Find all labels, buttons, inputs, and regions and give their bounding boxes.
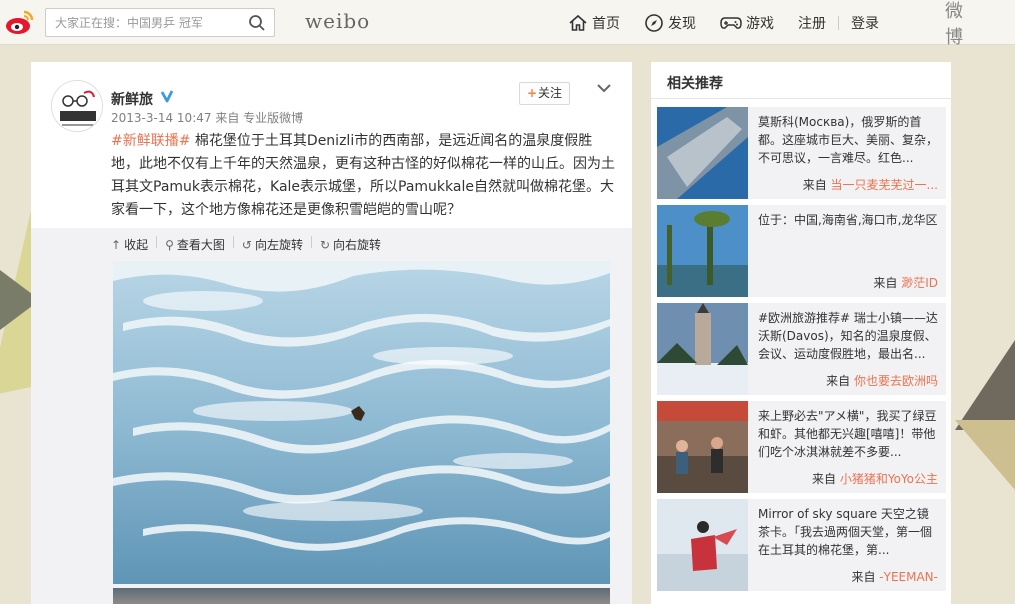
rec-source: 来自 你也要去欧洲吗 bbox=[826, 372, 938, 389]
home-icon bbox=[569, 14, 587, 31]
panel-title: 相关推荐 bbox=[667, 76, 723, 92]
rec-thumbnail[interactable] bbox=[657, 205, 748, 297]
nav-games-label: 游戏 bbox=[746, 15, 774, 32]
snowy-town-photo bbox=[657, 303, 748, 395]
post-photo[interactable] bbox=[113, 261, 610, 584]
rotate-left-label: 向左旋转 bbox=[254, 238, 303, 252]
panel-divider bbox=[651, 98, 951, 99]
rec-thumbnail[interactable] bbox=[657, 303, 748, 395]
search-box bbox=[45, 8, 275, 37]
plus-icon: + bbox=[526, 86, 538, 100]
rec-source-link[interactable]: 渺茫ID bbox=[901, 276, 938, 290]
verified-badge-icon bbox=[160, 90, 174, 103]
arrow-up-icon: ↑ bbox=[111, 237, 122, 252]
nav-home-label: 首页 bbox=[592, 15, 620, 32]
rotate-right-icon: ↻ bbox=[319, 237, 331, 252]
rec-source-link[interactable]: -YEEMAN- bbox=[879, 570, 938, 584]
nav-discover-label: 发现 bbox=[668, 15, 696, 32]
toolbar-divider bbox=[310, 236, 312, 248]
weibo-logo-icon[interactable] bbox=[4, 6, 36, 38]
rec-description: 莫斯科(Москва)，俄罗斯的首都。这座城市巨大、美丽、复杂，不可思议，一言难… bbox=[758, 115, 939, 165]
rec-item[interactable]: 位于：中国,海南省,海口市,龙华区 来自 渺茫ID bbox=[657, 205, 946, 297]
follow-label: 关注 bbox=[538, 86, 563, 100]
search-input[interactable] bbox=[46, 9, 231, 36]
rec-thumbnail[interactable] bbox=[657, 401, 748, 493]
rec-source-link[interactable]: 你也要去欧洲吗 bbox=[854, 374, 938, 388]
follow-button[interactable]: +关注 bbox=[519, 82, 570, 105]
rec-description: #欧洲旅游推荐# 瑞士小镇——达沃斯(Davos)，知名的温泉度假、会议、运动度… bbox=[758, 311, 938, 361]
view-large-button[interactable]: ⚲ 查看大图 bbox=[165, 236, 225, 253]
rec-from-prefix: 来自 bbox=[873, 276, 898, 290]
rec-source: 来自 -YEEMAN- bbox=[851, 568, 938, 585]
chevron-down-icon[interactable] bbox=[596, 82, 612, 94]
sky-mirror-photo bbox=[657, 499, 748, 591]
rec-description: Mirror of sky square 天空之镜 茶卡。「我去過两個天堂，第一… bbox=[758, 507, 933, 557]
rec-item[interactable]: #欧洲旅游推荐# 瑞士小镇——达沃斯(Davos)，知名的温泉度假、会议、运动度… bbox=[657, 303, 946, 395]
rec-from-prefix: 来自 bbox=[851, 570, 876, 584]
collapse-button[interactable]: ↑ 收起 bbox=[111, 236, 148, 253]
rotate-left-button[interactable]: ↺ 向左旋转 bbox=[242, 236, 303, 253]
search-icon[interactable] bbox=[248, 14, 266, 32]
rec-from-prefix: 来自 bbox=[811, 472, 836, 486]
rec-source: 来自 小猪猪和YoYo公主 bbox=[812, 470, 938, 487]
rec-source-link[interactable]: 小猪猪和YoYo公主 bbox=[840, 472, 938, 486]
rec-from-prefix: 来自 bbox=[826, 374, 851, 388]
rec-description: 位于：中国,海南省,海口市,龙华区 bbox=[758, 213, 938, 227]
feed-card: 新鲜旅 2013-3-14 10:47 来自 专业版微博 +关注 #新鲜联播# … bbox=[31, 62, 632, 604]
post-meta: 2013-3-14 10:47 来自 专业版微博 bbox=[111, 111, 304, 125]
pamukkale-terraces-image bbox=[113, 261, 610, 584]
rec-item[interactable]: 来上野必去"アメ横"，我买了绿豆和虾。其他都无兴趣[嘻嘻]！带他们吃个冰淇淋就差… bbox=[657, 401, 946, 493]
weibo-cn-label[interactable]: 微博 bbox=[945, 0, 963, 49]
rec-item[interactable]: 莫斯科(Москва)，俄罗斯的首都。这座城市巨大、美丽、复杂，不可思议，一言难… bbox=[657, 107, 946, 199]
weibo-wordmark[interactable]: weibo bbox=[305, 9, 370, 33]
nav-discover[interactable]: 发现 bbox=[644, 13, 696, 33]
rec-thumbnail[interactable] bbox=[657, 499, 748, 591]
gamepad-icon bbox=[720, 16, 742, 29]
market-street-photo bbox=[657, 401, 748, 493]
toolbar-divider bbox=[156, 236, 158, 248]
register-link[interactable]: 注册 bbox=[798, 13, 826, 33]
toolbar-divider bbox=[232, 236, 234, 248]
recommendations-panel: 相关推荐 莫斯科(Москва)，俄罗斯的首都。这座城市巨大、美丽、复杂，不可思… bbox=[651, 62, 951, 604]
image-toolbar: ↑ 收起 ⚲ 查看大图 ↺ 向左旋转 ↻ 向右旋转 bbox=[111, 236, 381, 253]
rotate-right-label: 向右旋转 bbox=[333, 238, 382, 252]
compass-icon bbox=[645, 13, 663, 32]
avatar-logo-icon bbox=[52, 81, 102, 131]
rotate-right-button[interactable]: ↻ 向右旋转 bbox=[320, 236, 381, 253]
seaside-photo bbox=[657, 205, 748, 297]
nav-home[interactable]: 首页 bbox=[568, 13, 620, 33]
view-large-label: 查看大图 bbox=[176, 238, 225, 252]
top-navigation-bar: weibo 首页 发现 游戏 注册 登录 微博 bbox=[0, 0, 1015, 48]
main-nav: 首页 发现 游戏 注册 登录 微博 bbox=[568, 0, 963, 48]
building-photo bbox=[657, 107, 748, 199]
rec-source: 来自 渺茫ID bbox=[873, 274, 938, 291]
collapse-label: 收起 bbox=[124, 238, 149, 252]
rotate-left-icon: ↺ bbox=[241, 237, 252, 252]
nav-games[interactable]: 游戏 bbox=[720, 13, 774, 33]
nav-divider bbox=[838, 15, 839, 30]
login-link[interactable]: 登录 bbox=[851, 13, 879, 33]
rec-source: 来自 当一只麦芜芜过一... bbox=[803, 176, 938, 193]
post-text: #新鲜联播# 棉花堡位于土耳其Denizli市的西南部，是远近闻名的温泉度假胜地… bbox=[111, 130, 616, 222]
author-name[interactable]: 新鲜旅 bbox=[111, 89, 153, 109]
avatar[interactable] bbox=[51, 80, 103, 132]
rec-thumbnail[interactable] bbox=[657, 107, 748, 199]
rec-description: 来上野必去"アメ横"，我买了绿豆和虾。其他都无兴趣[嘻嘻]！带他们吃个冰淇淋就差… bbox=[758, 409, 937, 459]
hashtag-link[interactable]: #新鲜联播# bbox=[111, 133, 190, 149]
post-photo-next[interactable] bbox=[113, 588, 610, 604]
rec-from-prefix: 来自 bbox=[802, 178, 827, 192]
rec-item[interactable]: Mirror of sky square 天空之镜 茶卡。「我去過两個天堂，第一… bbox=[657, 499, 946, 591]
magnifier-icon: ⚲ bbox=[165, 237, 174, 252]
rec-source-link[interactable]: 当一只麦芜芜过一... bbox=[831, 178, 938, 192]
